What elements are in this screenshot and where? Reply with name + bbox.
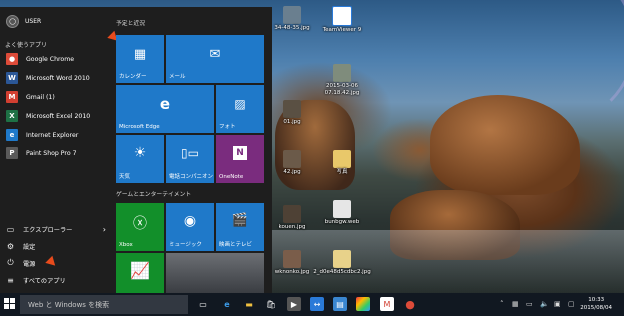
image-icon — [333, 64, 351, 82]
ie-icon: e — [6, 129, 18, 141]
image-icon — [283, 6, 301, 24]
tile-live-photo[interactable] — [166, 253, 264, 293]
search-box[interactable]: Web と Windows を検索 — [20, 295, 188, 314]
network-icon[interactable]: ▦ — [512, 300, 519, 308]
user-name: USER — [25, 18, 42, 25]
word-icon: W — [6, 72, 18, 84]
volume-icon[interactable]: 🔈 — [540, 300, 549, 308]
mail-icon: ✉ — [209, 47, 221, 62]
teamviewer-taskbar-icon[interactable]: ↔ — [310, 297, 324, 311]
folder-icon: ▭ — [6, 224, 15, 234]
gmail-icon: M — [6, 91, 18, 103]
tile-xbox[interactable]: ⓧ Xbox — [116, 203, 164, 251]
explorer-button[interactable]: ▭ エクスプローラー › — [6, 223, 106, 235]
app-internet-explorer[interactable]: e Internet Explorer — [6, 128, 106, 142]
start-left-column: ◯ USER よく使うアプリ ● Google Chrome W Microso… — [0, 7, 110, 293]
image-icon — [283, 100, 301, 118]
teamviewer-shortcut[interactable]: TeamViewer 9 — [312, 6, 372, 34]
task-view-icon[interactable]: ▭ — [196, 297, 210, 311]
tile-movies-tv[interactable]: 🎬 映画とテレビ — [216, 203, 264, 251]
tile-phone-companion[interactable]: ▯▭ 電話コンパニオン — [166, 135, 214, 183]
file-explorer-icon[interactable]: ▬ — [242, 297, 256, 311]
power-icon: ⏻ — [7, 258, 14, 267]
teamviewer-icon — [332, 6, 352, 26]
music-icon: ◉ — [183, 213, 197, 229]
chevron-up-icon[interactable]: ˄ — [500, 300, 504, 308]
tile-onenote[interactable]: N OneNote — [216, 135, 264, 183]
photo-icon: ▨ — [234, 97, 246, 111]
battery-icon[interactable]: ▭ — [526, 300, 533, 308]
phone-companion-icon: ▯▭ — [181, 146, 199, 160]
clock-time: 10:33 — [588, 297, 605, 303]
taskbar-clock[interactable]: 10:33 2015/08/04 — [580, 296, 612, 312]
ime-icon[interactable]: ▣ — [554, 300, 561, 308]
tile-weather[interactable]: ☀ 天気 — [116, 135, 164, 183]
tile-money[interactable]: 📈 — [116, 253, 164, 293]
chrome-icon: ● — [6, 53, 18, 65]
settings-button[interactable]: ⚙ 設定 — [6, 240, 106, 252]
clock-date: 2015/08/04 — [580, 305, 612, 311]
start-menu: ◯ USER よく使うアプリ ● Google Chrome W Microso… — [0, 7, 272, 293]
app-google-chrome[interactable]: ● Google Chrome — [6, 52, 106, 66]
gear-icon: ⚙ — [6, 241, 15, 251]
tile-photos[interactable]: ▨ フォト — [216, 85, 264, 133]
gmail-taskbar-icon[interactable]: M — [380, 297, 394, 311]
desktop-file-icon[interactable]: 2015-03-06 07.18.42.jpg — [312, 64, 372, 96]
chrome-taskbar-icon[interactable]: ● — [403, 297, 417, 311]
xbox-icon: ⓧ — [133, 216, 147, 232]
user-avatar-icon: ◯ — [6, 15, 19, 28]
edge-icon: e — [159, 95, 171, 113]
tile-group-heading: ゲームとエンターテイメント — [116, 192, 192, 198]
sun-icon: ☀ — [133, 145, 147, 161]
chart-icon: 📈 — [130, 261, 150, 280]
edge-taskbar-icon[interactable]: e — [220, 297, 234, 311]
app-paint-shop-pro[interactable]: P Paint Shop Pro 7 — [6, 146, 106, 160]
image-icon — [283, 205, 301, 223]
folder-icon — [333, 150, 351, 168]
tile-calendar[interactable]: ▦ カレンダー — [116, 35, 164, 83]
chevron-right-icon: › — [102, 224, 106, 234]
paint-taskbar-icon[interactable] — [356, 297, 370, 311]
desktop-file-icon[interactable]: 2_d0e48d5cdbc2.jpg — [312, 250, 372, 276]
user-account[interactable]: ◯ USER — [6, 15, 41, 28]
start-tiles: 予定と近況 ▦ カレンダー ✉ メール e Microsoft Edge ▨ フ… — [107, 7, 272, 293]
image-icon — [283, 250, 301, 268]
media-player-icon[interactable]: ▶ — [287, 297, 301, 311]
tile-music[interactable]: ◉ ミュージック — [166, 203, 214, 251]
calendar-icon: ▦ — [133, 47, 147, 62]
app-microsoft-word[interactable]: W Microsoft Word 2010 — [6, 71, 106, 85]
paintshop-icon: P — [6, 147, 18, 159]
app-microsoft-excel[interactable]: X Microsoft Excel 2010 — [6, 109, 106, 123]
film-icon: 🎬 — [231, 213, 249, 228]
search-placeholder: Web と Windows を検索 — [28, 300, 110, 309]
onenote-icon: N — [216, 146, 264, 160]
notification-icon[interactable]: ▢ — [568, 300, 575, 308]
taskbar: Web と Windows を検索 ▭ e ▬ 🛍 ▶ ↔ ▤ M ● ˄ ▦ … — [0, 293, 624, 316]
windows-start-button[interactable] — [4, 298, 15, 310]
image-icon — [333, 250, 351, 268]
excel-icon: X — [6, 110, 18, 122]
document-icon — [333, 200, 351, 218]
tile-group-heading: 予定と近況 — [116, 21, 145, 27]
app-gmail[interactable]: M Gmail (1) — [6, 90, 106, 104]
most-used-heading: よく使うアプリ — [5, 42, 48, 49]
all-apps-button[interactable]: ≡ すべてのアプリ — [6, 274, 106, 286]
app-taskbar-icon[interactable]: ▤ — [333, 297, 347, 311]
all-apps-icon: ≡ — [7, 275, 14, 285]
image-icon — [283, 150, 301, 168]
tile-mail[interactable]: ✉ メール — [166, 35, 264, 83]
store-icon[interactable]: 🛍 — [264, 297, 278, 311]
tile-microsoft-edge[interactable]: e Microsoft Edge — [116, 85, 214, 133]
